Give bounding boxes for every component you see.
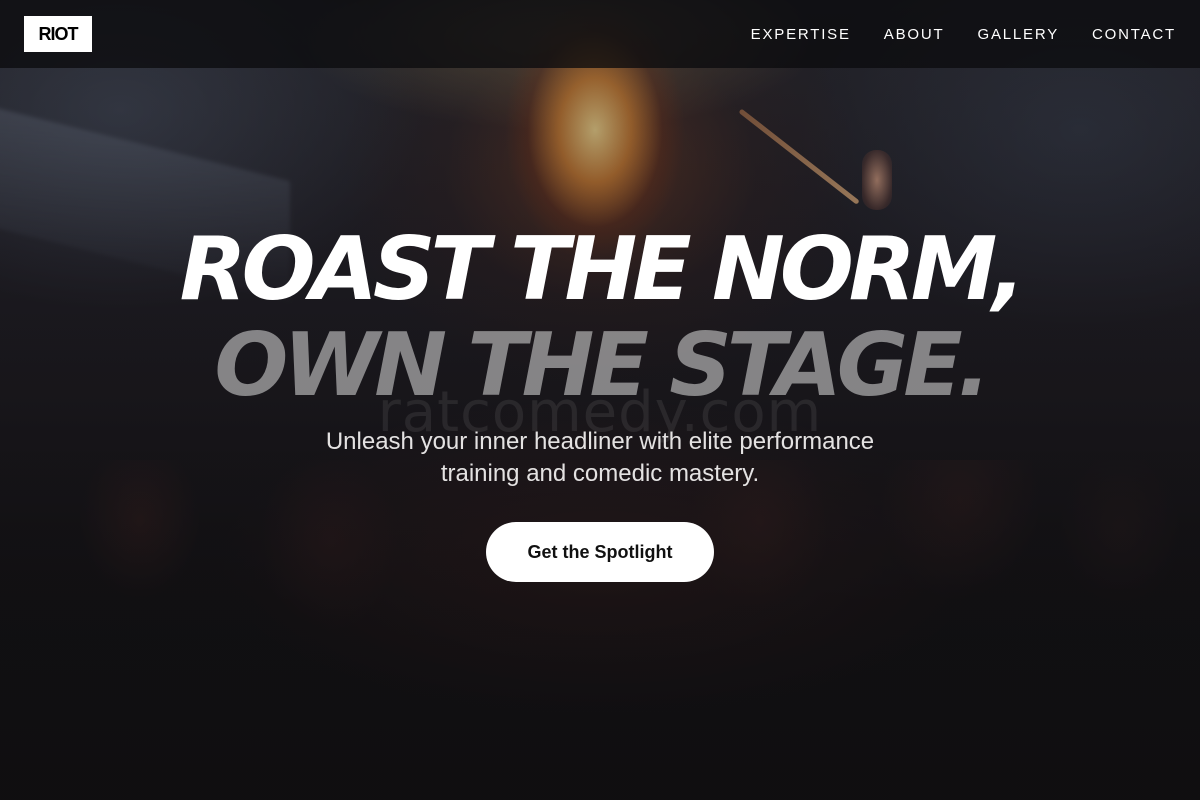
get-the-spotlight-button[interactable]: Get the Spotlight: [486, 522, 714, 582]
hero-section: ROAST THE NORM, OWN THE STAGE. ratcomedy…: [0, 0, 1200, 800]
headline-line-1: ROAST THE NORM,: [179, 218, 1026, 320]
hero-subtitle: Unleash your inner headliner with elite …: [325, 428, 875, 487]
